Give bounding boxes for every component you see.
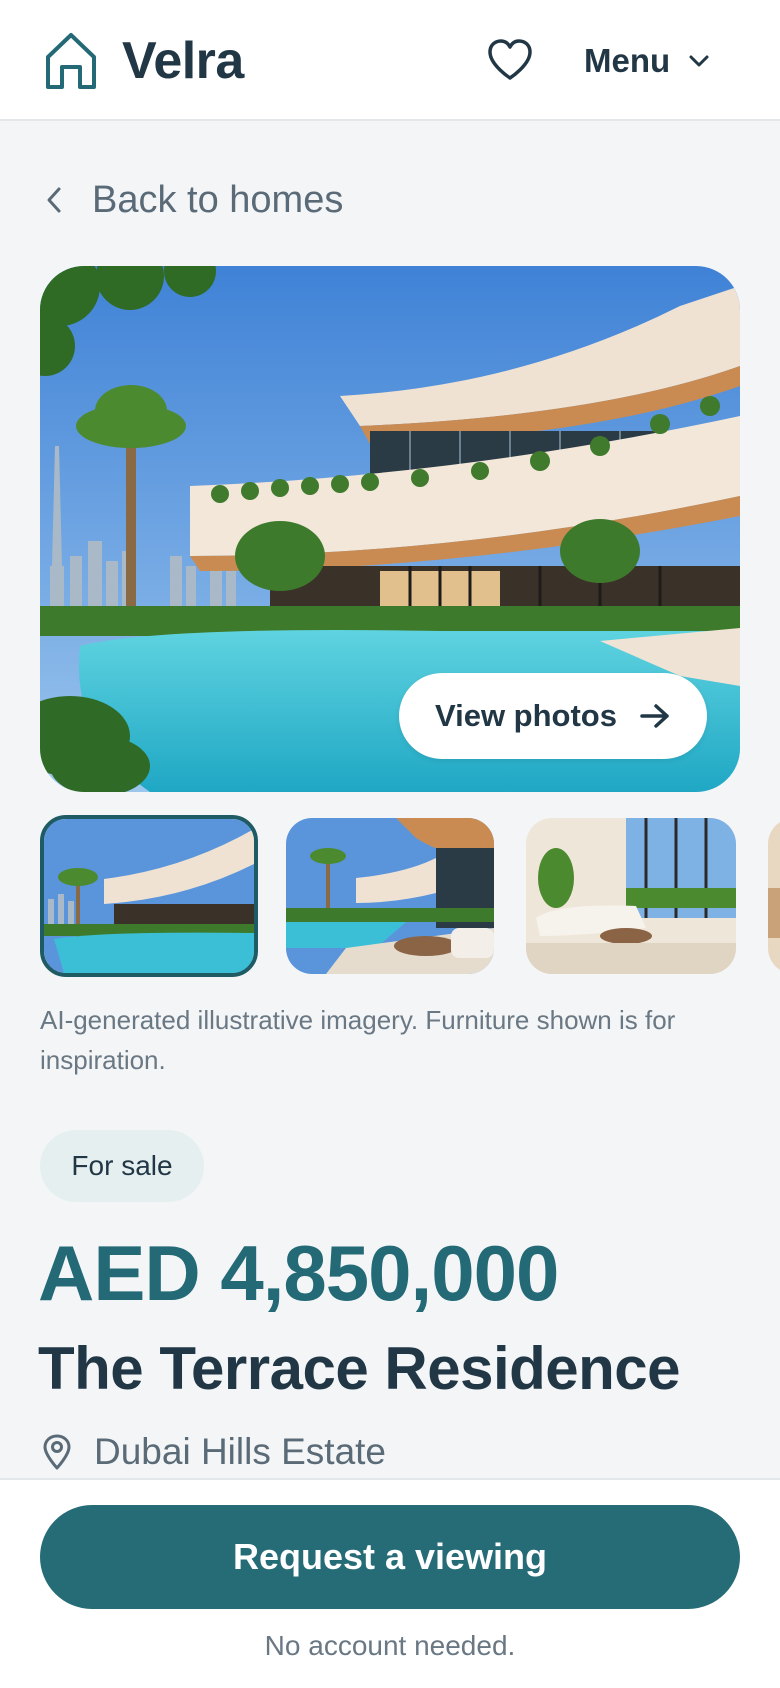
app-header: Velra Menu (0, 0, 780, 121)
house-icon (46, 33, 96, 89)
status-badge: For sale (40, 1130, 204, 1202)
thumbnail-3[interactable] (526, 818, 736, 974)
listing-title: The Terrace Residence (38, 1335, 681, 1402)
thumb-living-room (526, 818, 736, 974)
thumbnail-strip[interactable] (0, 815, 780, 977)
location-label: Dubai Hills Estate (94, 1431, 387, 1472)
imagery-disclaimer: AI-generated illustrative imagery. Furni… (40, 1005, 676, 1075)
favorite-button[interactable] (484, 34, 536, 86)
view-photos-label: View photos (434, 698, 617, 733)
brand-logo[interactable]: Velra (44, 30, 244, 92)
menu-button[interactable]: Menu (584, 38, 710, 84)
thumb-terrace-lounge (286, 818, 494, 974)
thumb-villa-pool (44, 819, 254, 973)
listing-location: Dubai Hills Estate (42, 1428, 386, 1476)
map-pin-icon (43, 1434, 71, 1470)
bottom-action-bar: Request a viewing No account needed. (0, 1478, 780, 1688)
chevron-left-icon (47, 187, 61, 213)
brand-name: Velra (122, 32, 244, 90)
thumbnail-1[interactable] (40, 815, 258, 977)
arrow-right-icon (640, 704, 669, 728)
no-account-note: No account needed. (264, 1630, 516, 1661)
chevron-down-icon (689, 55, 709, 67)
heart-icon (488, 39, 532, 80)
back-to-homes-link[interactable]: Back to homes (46, 176, 343, 224)
menu-label: Menu (584, 42, 671, 79)
thumbnail-2[interactable] (286, 818, 494, 974)
back-link-label: Back to homes (92, 178, 344, 221)
listing-price: AED 4,850,000 (38, 1229, 559, 1317)
thumbnail-4[interactable] (768, 818, 780, 974)
request-viewing-button[interactable]: Request a viewing (40, 1505, 740, 1609)
view-photos-button[interactable]: View photos (399, 673, 707, 759)
thumb-bedroom (768, 818, 780, 974)
